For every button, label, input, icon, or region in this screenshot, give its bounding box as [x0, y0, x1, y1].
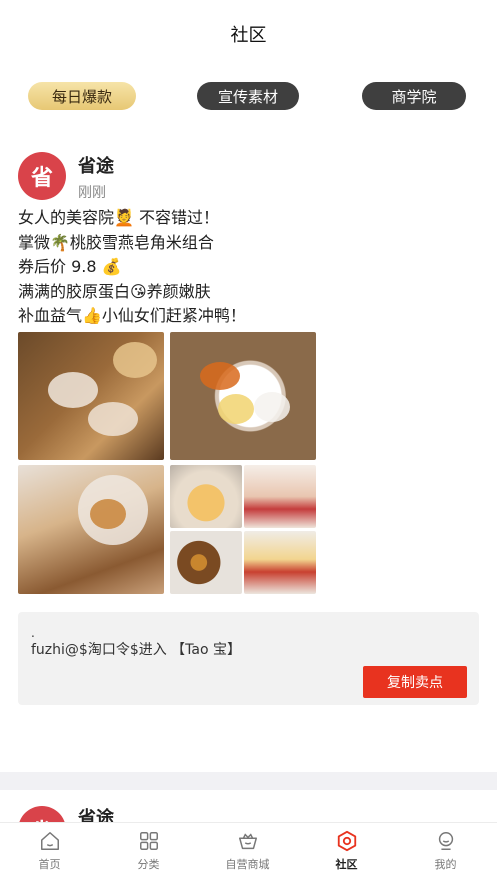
post-text: 女人的美容院💆 不容错过！ 掌微🌴桃胶雪燕皂角米组合 券后价 9.8 💰 满满的… — [18, 206, 478, 329]
person-icon — [438, 832, 453, 850]
product-image-cup-dates[interactable] — [244, 465, 316, 528]
tab-promo-material[interactable]: 宣传素材 — [197, 82, 299, 110]
bottom-tab-bar: 首页 分类 自营商城 社区 我的 — [0, 822, 497, 883]
tabbar-item-mall[interactable]: 自营商城 — [198, 823, 297, 883]
post-text-line: 掌微🌴桃胶雪燕皂角米组合 — [18, 232, 214, 252]
category-tabs: 每日爆款 宣传素材 商学院 — [0, 82, 497, 112]
home-icon — [40, 832, 59, 850]
copy-text-box: . fuzhi@$淘口令$进入 【Tao 宝】 复制卖点 — [18, 612, 479, 705]
tabbar-label: 社区 — [335, 858, 358, 871]
tabbar-item-home[interactable]: 首页 — [0, 823, 99, 883]
tabbar-label: 自营商城 — [225, 858, 270, 871]
tabbar-label: 分类 — [137, 858, 160, 871]
top-header: 社区 — [0, 0, 497, 64]
tabbar-item-me[interactable]: 我的 — [396, 823, 495, 883]
hexagon-icon — [337, 830, 356, 852]
page-title: 社区 — [230, 25, 267, 46]
product-image-bowl[interactable] — [170, 465, 242, 528]
product-image-packets[interactable] — [18, 332, 164, 460]
product-image-flower-plate[interactable] — [170, 332, 316, 460]
crown-basket-icon — [238, 833, 257, 850]
post-text-line: 满满的胶原蛋白😘养颜嫩肤 — [18, 281, 211, 301]
product-image-cup-spoon[interactable] — [244, 531, 316, 594]
post-text-line: 补血益气👍小仙女们赶紧冲鸭！ — [18, 306, 246, 325]
post-text-line: 女人的美容院💆 不容错过！ — [18, 208, 220, 227]
section-divider — [0, 772, 497, 790]
copy-box-dot: . — [31, 626, 35, 640]
author-name: 省途 — [78, 156, 114, 177]
grid-icon — [139, 832, 158, 850]
tabbar-label: 首页 — [38, 858, 61, 871]
image-grid — [18, 332, 316, 594]
tab-business-school[interactable]: 商学院 — [362, 82, 466, 110]
tabbar-item-category[interactable]: 分类 — [99, 823, 198, 883]
post-time: 刚刚 — [78, 185, 106, 201]
tabbar-item-community[interactable]: 社区 — [297, 823, 396, 883]
copy-selling-point-button[interactable]: 复制卖点 — [363, 666, 467, 698]
product-image-bag[interactable] — [18, 465, 164, 594]
tabbar-label: 我的 — [434, 858, 457, 871]
post-text-line: 券后价 9.8 💰 — [18, 257, 122, 276]
taokouling-text: fuzhi@$淘口令$进入 【Tao 宝】 — [31, 642, 242, 658]
tab-daily-hot[interactable]: 每日爆款 — [28, 82, 136, 110]
avatar[interactable]: 省 — [18, 152, 66, 200]
product-image-dry-ingredients[interactable] — [170, 531, 242, 594]
